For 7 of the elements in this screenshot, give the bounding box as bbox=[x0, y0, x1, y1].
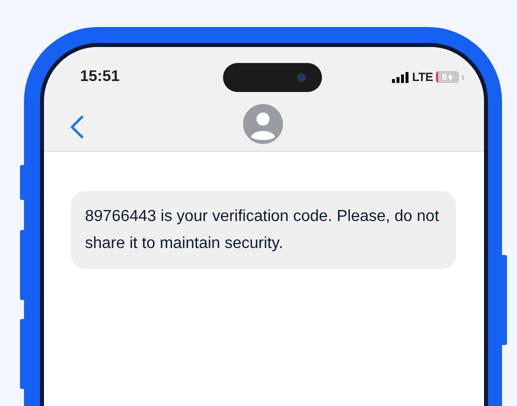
back-icon[interactable] bbox=[70, 115, 84, 139]
avatar-icon[interactable] bbox=[243, 104, 283, 144]
network-label: LTE bbox=[412, 70, 433, 84]
bolt-icon bbox=[448, 72, 453, 82]
signal-icon bbox=[392, 72, 410, 82]
message-bubble: 89766443 is your verification code. Please, do not share it to maintain security. bbox=[71, 191, 456, 269]
status-time: 15:51 bbox=[80, 68, 121, 86]
